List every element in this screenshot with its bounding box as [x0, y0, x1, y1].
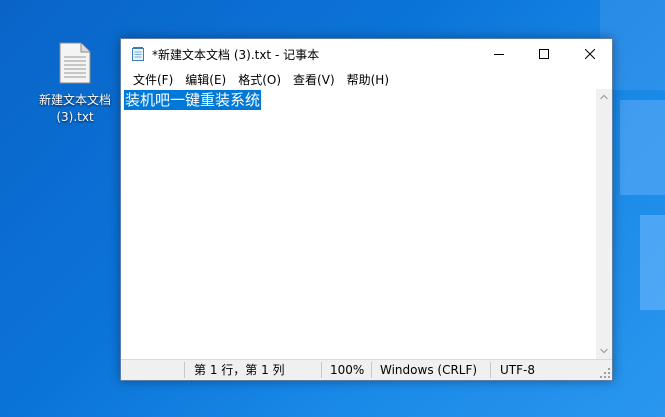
scroll-up-button[interactable]: [596, 89, 612, 105]
status-cursor-position: 第 1 行，第 1 列: [194, 363, 285, 377]
menu-format[interactable]: 格式(O): [232, 71, 287, 88]
notepad-window: *新建文本文档 (3).txt - 记事本 文件(F) 编辑(E) 格式(O) …: [120, 38, 613, 381]
notepad-icon: [130, 46, 146, 62]
maximize-button[interactable]: [521, 39, 566, 69]
status-zoom: 100%: [330, 363, 365, 377]
desktop-light-beam: [620, 100, 665, 195]
text-file-icon: [59, 42, 91, 84]
close-icon: [584, 49, 595, 59]
minimize-button[interactable]: [476, 39, 521, 69]
scroll-down-button[interactable]: [596, 343, 612, 359]
desktop-file-label: 新建文本文档 (3).txt: [38, 93, 111, 124]
text-editor[interactable]: 装机吧一键重装系统: [121, 89, 596, 359]
status-bar: 第 1 行，第 1 列 100% Windows (CRLF) UTF-8: [121, 359, 612, 380]
close-button[interactable]: [567, 39, 612, 69]
selected-text[interactable]: 装机吧一键重装系统: [124, 90, 262, 110]
window-title: *新建文本文档 (3).txt - 记事本: [152, 47, 320, 62]
status-separator: [490, 362, 491, 378]
status-encoding: UTF-8: [500, 363, 535, 377]
desktop-light-beam: [640, 215, 665, 310]
status-separator: [184, 362, 185, 378]
maximize-icon: [538, 49, 549, 59]
menu-bar: 文件(F) 编辑(E) 格式(O) 查看(V) 帮助(H): [121, 69, 612, 89]
chevron-down-icon: [600, 348, 608, 354]
title-bar[interactable]: *新建文本文档 (3).txt - 记事本: [121, 39, 612, 69]
status-line-ending: Windows (CRLF): [380, 363, 478, 377]
menu-edit[interactable]: 编辑(E): [179, 71, 232, 88]
chevron-up-icon: [600, 94, 608, 100]
menu-view[interactable]: 查看(V): [287, 71, 341, 88]
vertical-scrollbar[interactable]: [596, 89, 612, 359]
menu-help[interactable]: 帮助(H): [341, 71, 395, 88]
status-separator: [321, 362, 322, 378]
status-separator: [371, 362, 372, 378]
desktop-file-shortcut[interactable]: 新建文本文档 (3).txt: [30, 42, 120, 126]
menu-file[interactable]: 文件(F): [127, 71, 179, 88]
minimize-icon: [493, 54, 504, 55]
resize-grip-icon[interactable]: [600, 368, 610, 378]
